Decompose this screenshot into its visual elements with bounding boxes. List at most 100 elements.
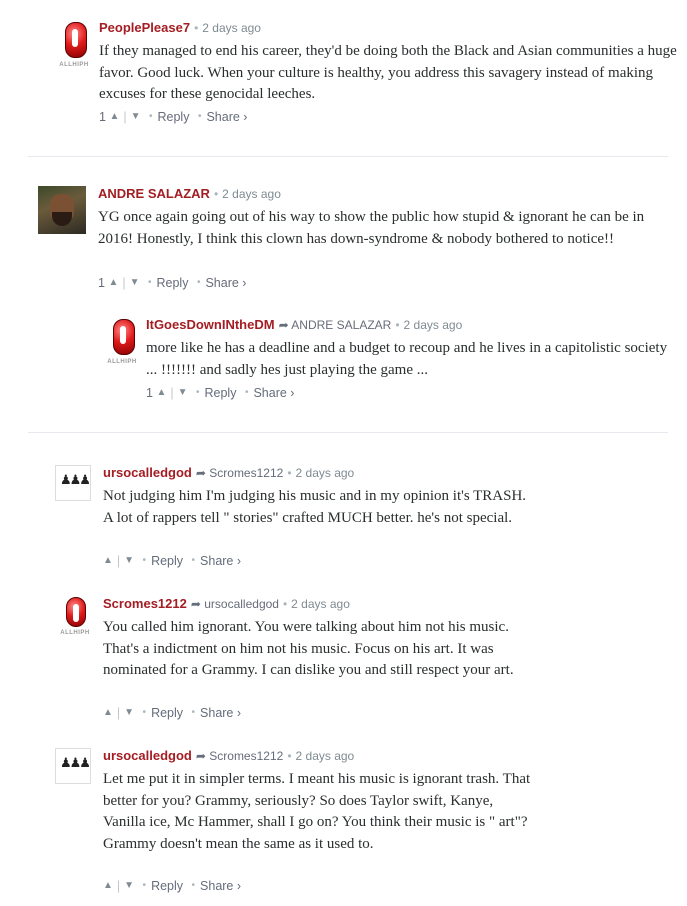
avatar[interactable]: ALLHIPH [55, 596, 95, 636]
thread-divider [28, 432, 668, 433]
comment-actions: ▲ | ▼ • Reply • Share › [103, 877, 241, 894]
reply-button[interactable]: Reply [151, 878, 183, 894]
avatar[interactable]: ALLHIPH [50, 20, 98, 68]
upvote-icon[interactable]: ▲ [109, 109, 119, 125]
comment-body: You called him ignorant. You were talkin… [103, 619, 514, 678]
action-separator: • [142, 706, 147, 718]
downvote-icon[interactable]: ▼ [124, 878, 134, 894]
avatar-brand-label: ALLHIPH [60, 630, 90, 636]
downvote-icon[interactable]: ▼ [124, 553, 134, 569]
author-link[interactable]: PeoplePlease7 [99, 20, 190, 35]
meta-separator: • [287, 466, 292, 480]
action-separator: • [142, 554, 147, 566]
action-separator: • [148, 110, 153, 122]
action-separator: • [196, 276, 201, 288]
share-button[interactable]: Share › [200, 553, 241, 569]
reply-arrow-icon: ➦ [190, 597, 201, 611]
share-button[interactable]: Share › [205, 275, 246, 291]
timestamp-link[interactable]: 2 days ago [404, 318, 463, 332]
comment: ALLHIPH Scromes1212 ➦ ursocalledgod • 2 day… [55, 596, 575, 721]
author-link[interactable]: Scromes1212 [103, 596, 187, 611]
comment-actions: ▲ | ▼ • Reply • Share › [103, 552, 241, 569]
reply-to-link[interactable]: ursocalledgod [204, 597, 279, 611]
vote-divider: | [170, 385, 174, 400]
upvote-icon[interactable]: ▲ [103, 553, 113, 569]
comment: ANDRE SALAZAR • 2 days ago YG once again g… [38, 186, 678, 296]
beard-icon [52, 212, 72, 226]
avatar[interactable]: ALLHIPH [98, 317, 146, 365]
downvote-icon[interactable]: ▼ [178, 385, 188, 401]
comment-reply: ALLHIPH ItGoesDownINtheDM ➦ ANDRE SALAZAR… [98, 317, 678, 407]
meta-separator: • [287, 749, 292, 763]
avatar[interactable]: ♟♟♟ [55, 748, 91, 784]
action-separator: • [191, 879, 196, 891]
action-separator: • [197, 110, 202, 122]
reply-to-link[interactable]: Scromes1212 [209, 466, 283, 480]
comment-body: If they managed to end his career, they'… [99, 43, 677, 102]
timestamp-link[interactable]: 2 days ago [291, 597, 350, 611]
pill-logo-icon [113, 319, 135, 355]
avatar[interactable]: ♟♟♟ [55, 465, 91, 501]
downvote-icon[interactable]: ▼ [130, 275, 140, 291]
reply-button[interactable]: Reply [158, 109, 190, 125]
comment-meta: ursocalledgod ➦ Scromes1212 • 2 days ago [103, 465, 354, 481]
comment-meta: ANDRE SALAZAR • 2 days ago [98, 186, 281, 202]
upvote-count: 1 [98, 275, 105, 290]
meta-separator: • [194, 21, 199, 35]
author-link[interactable]: ANDRE SALAZAR [98, 186, 210, 201]
action-separator: • [191, 706, 196, 718]
meta-separator: • [213, 187, 219, 201]
comment: ♟♟♟ ursocalledgod ➦ Scromes1212 • 2 days ag… [55, 465, 575, 575]
timestamp-link[interactable]: 2 days ago [202, 21, 261, 35]
reply-button[interactable]: Reply [151, 705, 183, 721]
comment-body: Not judging him I'm judging his music an… [103, 488, 527, 526]
upvote-icon[interactable]: ▲ [108, 275, 118, 291]
comment-meta: ItGoesDownINtheDM ➦ ANDRE SALAZAR • 2 days … [146, 317, 462, 333]
timestamp-link[interactable]: 2 days ago [296, 749, 355, 763]
comment-actions: 1 ▲ | ▼ • Reply • Share › [99, 108, 247, 125]
share-button[interactable]: Share › [200, 878, 241, 894]
vote-divider: | [122, 275, 126, 290]
comment-actions: 1 ▲ | ▼ • Reply • Share › [146, 384, 294, 401]
action-separator: • [142, 879, 147, 891]
avatar-brand-label: ALLHIPH [59, 62, 89, 68]
vote-divider: | [116, 553, 121, 568]
upvote-icon[interactable]: ▲ [156, 385, 166, 401]
action-separator: • [195, 386, 200, 398]
reply-to-link[interactable]: ANDRE SALAZAR [291, 318, 391, 332]
vote-divider: | [123, 109, 127, 124]
comment-body: YG once again going out of his way to sh… [98, 209, 645, 247]
author-link[interactable]: ursocalledgod [103, 748, 192, 763]
reply-to-link[interactable]: Scromes1212 [209, 749, 283, 763]
vote-divider: | [116, 705, 121, 720]
comment: ♟♟♟ ursocalledgod ➦ Scromes1212 • 2 days ag… [55, 748, 575, 898]
reply-arrow-icon: ➦ [195, 466, 206, 480]
comment: ALLHIPH PeoplePlease7 • 2 days ago If they… [50, 20, 680, 130]
author-link[interactable]: ItGoesDownINtheDM [146, 317, 275, 332]
downvote-icon[interactable]: ▼ [124, 705, 134, 721]
reply-button[interactable]: Reply [205, 385, 237, 401]
reply-arrow-icon: ➦ [195, 749, 206, 763]
upvote-count: 1 [146, 385, 153, 400]
reply-button[interactable]: Reply [157, 275, 189, 291]
pill-logo-icon [65, 22, 87, 58]
avatar-brand-label: ALLHIPH [107, 359, 137, 365]
action-separator: • [244, 386, 249, 398]
share-button[interactable]: Share › [253, 385, 294, 401]
reply-button[interactable]: Reply [151, 553, 183, 569]
upvote-icon[interactable]: ▲ [103, 878, 113, 894]
comment-actions: 1 ▲ | ▼ • Reply • Share › [98, 274, 246, 291]
author-link[interactable]: ursocalledgod [103, 465, 192, 480]
share-button[interactable]: Share › [206, 109, 247, 125]
comment-body: Let me put it in simpler terms. I meant … [103, 771, 531, 852]
timestamp-link[interactable]: 2 days ago [222, 187, 281, 201]
timestamp-link[interactable]: 2 days ago [296, 466, 355, 480]
comment-meta: PeoplePlease7 • 2 days ago [99, 20, 261, 36]
comment-meta: Scromes1212 ➦ ursocalledgod • 2 days ago [103, 596, 350, 612]
downvote-icon[interactable]: ▼ [131, 109, 141, 125]
avatar[interactable] [38, 186, 86, 234]
upvote-icon[interactable]: ▲ [103, 705, 113, 721]
share-button[interactable]: Share › [200, 705, 241, 721]
thread-divider [28, 156, 668, 157]
comment-meta: ursocalledgod ➦ Scromes1212 • 2 days ago [103, 748, 354, 764]
